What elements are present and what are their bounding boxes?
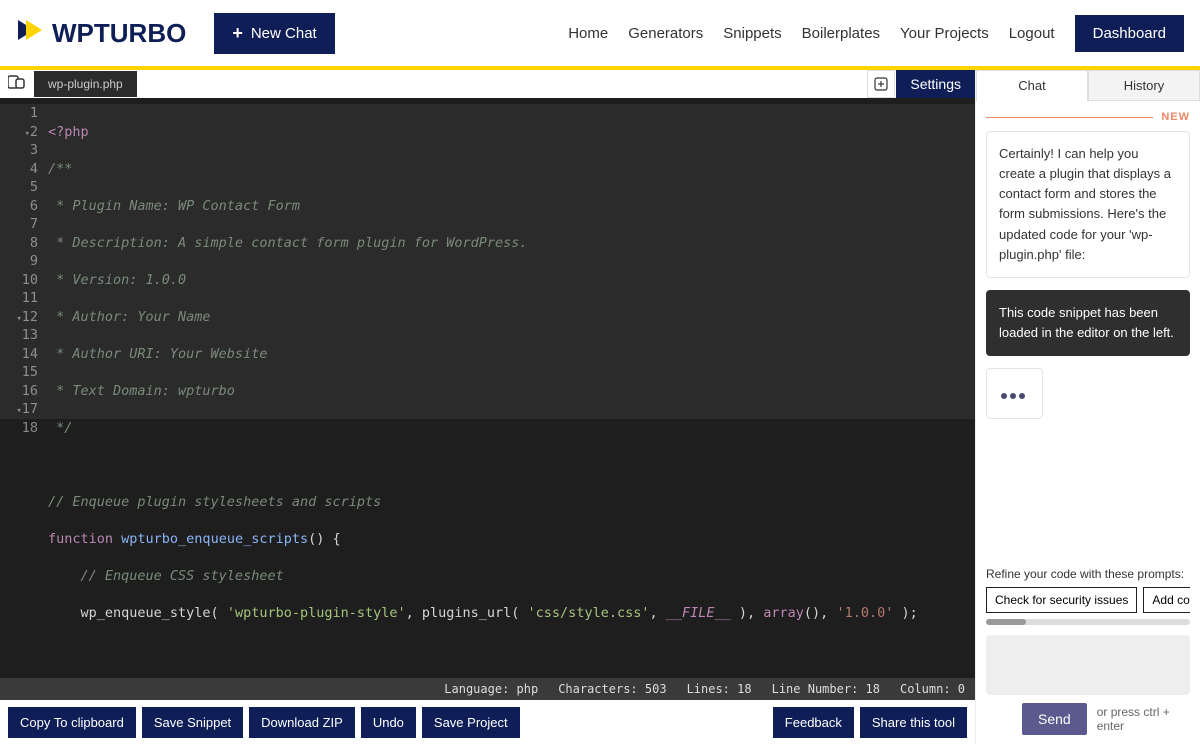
editor-settings-button[interactable]: Settings [896, 70, 975, 98]
dashboard-button[interactable]: Dashboard [1075, 15, 1184, 52]
nav-boilerplates[interactable]: Boilerplates [802, 25, 880, 42]
system-message: This code snippet has been loaded in the… [986, 290, 1190, 356]
send-hint: or press ctrl + enter [1097, 705, 1190, 733]
save-snippet-button[interactable]: Save Snippet [142, 707, 243, 738]
code-editor[interactable]: 1▾234567891011▾1213141516▾1718 <?php /**… [0, 98, 975, 678]
send-button[interactable]: Send [1022, 703, 1087, 735]
file-tree-icon[interactable] [0, 70, 34, 99]
status-language: Language: php [444, 682, 538, 696]
main-nav: Home Generators Snippets Boilerplates Yo… [568, 15, 1184, 52]
download-zip-button[interactable]: Download ZIP [249, 707, 355, 738]
new-badge: NEW [1161, 111, 1190, 123]
feedback-button[interactable]: Feedback [773, 707, 854, 738]
divider [986, 117, 1153, 118]
refine-label: Refine your code with these prompts: [986, 567, 1190, 581]
editor-status-bar: Language: php Characters: 503 Lines: 18 … [0, 678, 975, 700]
tab-chat[interactable]: Chat [976, 70, 1088, 101]
nav-logout[interactable]: Logout [1009, 25, 1055, 42]
new-chat-label: New Chat [251, 25, 317, 42]
typing-indicator [986, 368, 1043, 419]
nav-your-projects[interactable]: Your Projects [900, 25, 989, 42]
undo-button[interactable]: Undo [361, 707, 416, 738]
copy-clipboard-button[interactable]: Copy To clipboard [8, 707, 136, 738]
nav-home[interactable]: Home [568, 25, 608, 42]
new-chat-button[interactable]: + New Chat [214, 13, 334, 54]
chat-input[interactable] [986, 635, 1190, 695]
tab-history[interactable]: History [1088, 70, 1200, 101]
editor-tab[interactable]: wp-plugin.php [34, 71, 137, 97]
status-line-number: Line Number: 18 [772, 682, 880, 696]
status-lines: Lines: 18 [687, 682, 752, 696]
nav-snippets[interactable]: Snippets [723, 25, 781, 42]
assistant-message: Certainly! I can help you create a plugi… [986, 131, 1190, 278]
nav-generators[interactable]: Generators [628, 25, 703, 42]
logo-icon [16, 16, 44, 51]
brand-logo: WPTurBo [16, 16, 186, 51]
add-file-button[interactable] [867, 70, 895, 98]
line-gutter: 1▾234567891011▾1213141516▾1718 [0, 98, 44, 678]
status-characters: Characters: 503 [558, 682, 666, 696]
status-column: Column: 0 [900, 682, 965, 696]
refine-comments-button[interactable]: Add comme [1143, 587, 1190, 613]
refine-security-button[interactable]: Check for security issues [986, 587, 1137, 613]
brand-text: WPTurBo [52, 18, 186, 49]
plus-icon: + [232, 23, 243, 44]
code-content[interactable]: <?php /** * Plugin Name: WP Contact Form… [44, 98, 975, 678]
save-project-button[interactable]: Save Project [422, 707, 520, 738]
refine-scrollbar[interactable] [986, 619, 1190, 625]
share-tool-button[interactable]: Share this tool [860, 707, 967, 738]
